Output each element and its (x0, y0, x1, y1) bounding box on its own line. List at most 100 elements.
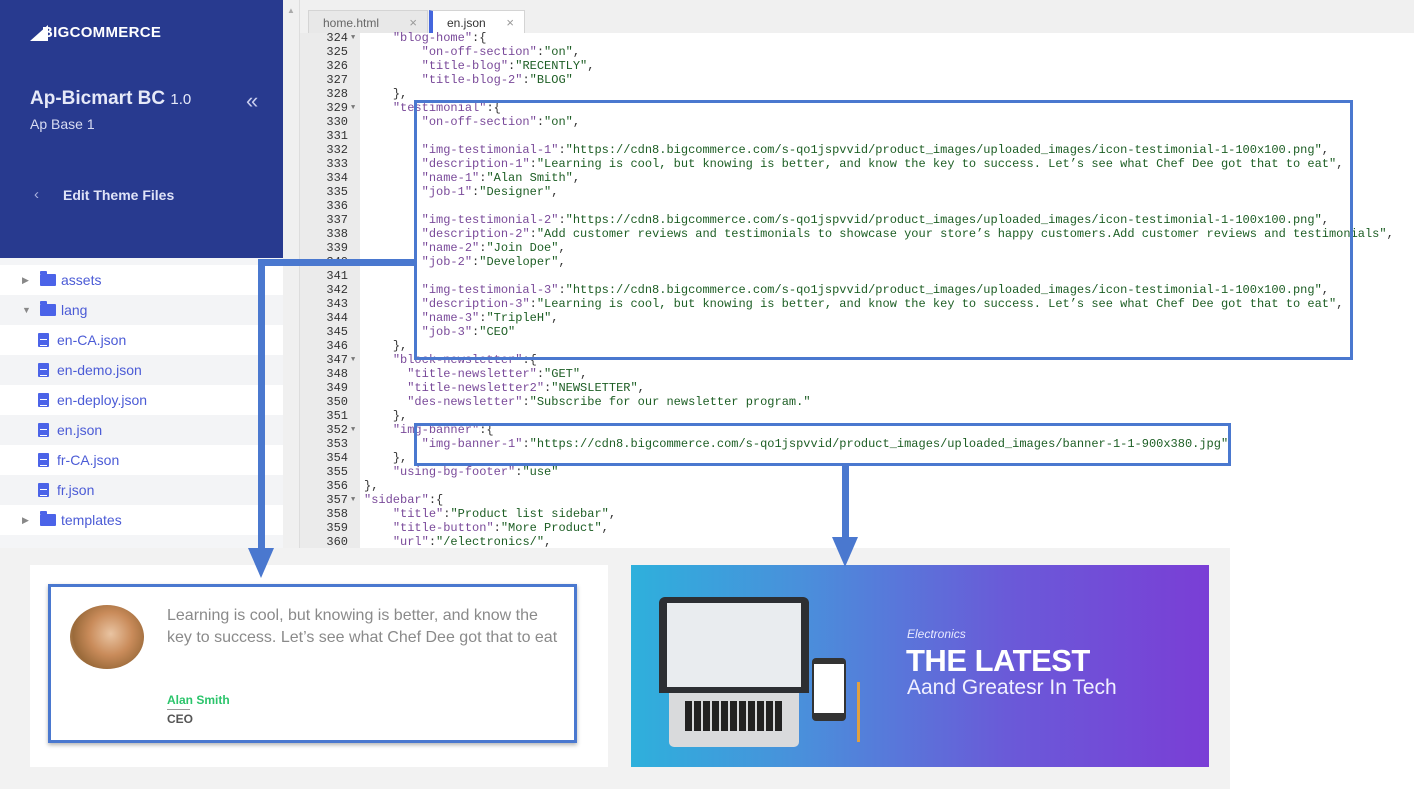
json-key-text: title-button (400, 521, 487, 535)
tab-home-html[interactable]: home.html × (308, 10, 428, 33)
scrollbar[interactable]: ▲ (283, 0, 300, 548)
theme-name: Ap-Bicmart BC (30, 88, 166, 109)
json-key: "title-newsletter2" (407, 381, 545, 395)
banner-category: Electronics (907, 627, 966, 641)
json-value-text: use (529, 465, 552, 479)
json-key-text: sidebar (371, 493, 422, 507)
code-line[interactable]: 348 "title-newsletter":"GET", (300, 367, 1414, 381)
tree-item-lang[interactable]: ▼ lang (0, 295, 283, 325)
testimonial-avatar (70, 605, 144, 669)
logo-text: BIGCOMMERCE (42, 24, 162, 41)
line-number: 325 (326, 45, 348, 59)
tree-item-label: lang (61, 302, 88, 318)
code-text: "title-button":"More Product", (392, 521, 609, 535)
code-line[interactable]: 350 "des-newsletter":"Subscribe for our … (300, 395, 1414, 409)
edit-theme-files-link[interactable]: Edit Theme Files (63, 187, 174, 203)
json-value-text: NEWSLETTER (558, 381, 631, 395)
tree-item-templates[interactable]: ▶ templates (0, 505, 283, 535)
json-value: "GET" (544, 367, 581, 381)
scroll-up-icon[interactable]: ▲ (287, 6, 295, 15)
collapse-sidebar-icon[interactable]: « (246, 88, 258, 114)
json-key: "on-off-section" (421, 45, 537, 59)
json-punctuation: }, (392, 451, 408, 465)
laptop-illustration (659, 597, 809, 693)
json-key: "url" (392, 535, 429, 549)
fold-arrow-icon[interactable]: ▼ (351, 493, 355, 507)
tree-item-label: en-demo.json (57, 362, 142, 378)
divider (167, 709, 190, 710)
line-number: 337 (326, 213, 348, 227)
json-key-text: using-bg-footer (400, 465, 509, 479)
file-icon (38, 393, 49, 407)
tab-bar: home.html × en.json × (300, 0, 1414, 33)
line-number: 342 (326, 283, 348, 297)
code-line[interactable]: 324 ▼ "blog-home":{ (300, 31, 1414, 45)
line-number: 330 (326, 115, 348, 129)
code-line[interactable]: 326 "title-blog":"RECENTLY", (300, 59, 1414, 73)
code-line[interactable]: 349 "title-newsletter2":"NEWSLETTER", (300, 381, 1414, 395)
code-line[interactable]: 355 "using-bg-footer":"use" (300, 465, 1414, 479)
tree-item-fr-CA-json[interactable]: fr-CA.json (0, 445, 283, 475)
code-line[interactable]: 351 }, (300, 409, 1414, 423)
tree-item-label: en.json (57, 422, 103, 438)
json-value-text: RECENTLY (522, 59, 581, 73)
code-text: "sidebar":{ (364, 493, 443, 507)
tree-item-label: en-deploy.json (57, 392, 148, 408)
line-number: 327 (326, 73, 348, 87)
line-number: 336 (326, 199, 348, 213)
line-number: 348 (326, 367, 348, 381)
code-line[interactable]: 357 ▼ "sidebar":{ (300, 493, 1414, 507)
file-icon (38, 483, 49, 497)
tree-item-en-deploy-json[interactable]: en-deploy.json (0, 385, 283, 415)
line-number: 338 (326, 227, 348, 241)
json-value: "Subscribe for our newsletter program." (529, 395, 811, 409)
tree-item-en-demo-json[interactable]: en-demo.json (0, 355, 283, 385)
arrow-down-icon (832, 537, 858, 567)
code-line[interactable]: 327 "title-blog-2":"BLOG" (300, 73, 1414, 87)
json-value-text: GET (551, 367, 573, 381)
fold-arrow-icon[interactable]: ▼ (351, 423, 355, 437)
caret-right-icon[interactable]: ▶ (22, 515, 32, 526)
json-punctuation: :{ (428, 493, 444, 507)
close-tab-icon[interactable]: × (409, 15, 417, 30)
tree-item-fr-json[interactable]: fr.json (0, 475, 283, 505)
json-value-text: Subscribe for our newsletter program. (536, 395, 804, 409)
fold-arrow-icon[interactable]: ▼ (351, 101, 355, 115)
tree-item-en-CA-json[interactable]: en-CA.json (0, 325, 283, 355)
line-number: 358 (326, 507, 348, 521)
line-number: 353 (326, 437, 348, 451)
json-value: "on" (544, 45, 573, 59)
json-value: "/electronics/" (436, 535, 545, 549)
tree-item-en-json[interactable]: en.json (0, 415, 283, 445)
fold-arrow-icon[interactable]: ▼ (351, 353, 355, 367)
json-key-text: blog-home (400, 31, 465, 45)
code-line[interactable]: 325 "on-off-section":"on", (300, 45, 1414, 59)
theme-variant: Ap Base 1 (30, 116, 95, 132)
code-text: "on-off-section":"on", (421, 45, 581, 59)
code-line[interactable]: 358 "title":"Product list sidebar", (300, 507, 1414, 521)
json-key: "title-blog" (421, 59, 509, 73)
code-text: "title-newsletter2":"NEWSLETTER", (407, 381, 645, 395)
tab-en-json[interactable]: en.json × (429, 10, 525, 33)
code-line[interactable]: 356}, (300, 479, 1414, 493)
json-value-text: on (551, 45, 566, 59)
code-text: }, (364, 451, 407, 465)
line-number: 352 (326, 423, 348, 437)
bigcommerce-logo[interactable]: BIGCOMMERCE (30, 24, 161, 41)
theme-title: Ap-Bicmart BC 1.0 (30, 88, 191, 110)
close-tab-icon[interactable]: × (506, 15, 514, 30)
code-text: "using-bg-footer":"use" (392, 465, 559, 479)
sidebar-header: BIGCOMMERCE Ap-Bicmart BC 1.0 Ap Base 1 … (0, 0, 283, 258)
caret-down-icon[interactable]: ▼ (22, 305, 32, 315)
back-chevron-icon[interactable]: ‹ (34, 186, 39, 203)
line-number: 333 (326, 157, 348, 171)
json-punctuation: , (1386, 227, 1394, 241)
caret-right-icon[interactable]: ▶ (22, 275, 32, 286)
code-line[interactable]: 328 }, (300, 87, 1414, 101)
arrow-connector (842, 465, 849, 540)
line-number: 359 (326, 521, 348, 535)
phone-illustration (812, 658, 846, 721)
code-line[interactable]: 359 "title-button":"More Product", (300, 521, 1414, 535)
tree-item-assets[interactable]: ▶ assets (0, 265, 283, 295)
fold-arrow-icon[interactable]: ▼ (351, 31, 355, 45)
